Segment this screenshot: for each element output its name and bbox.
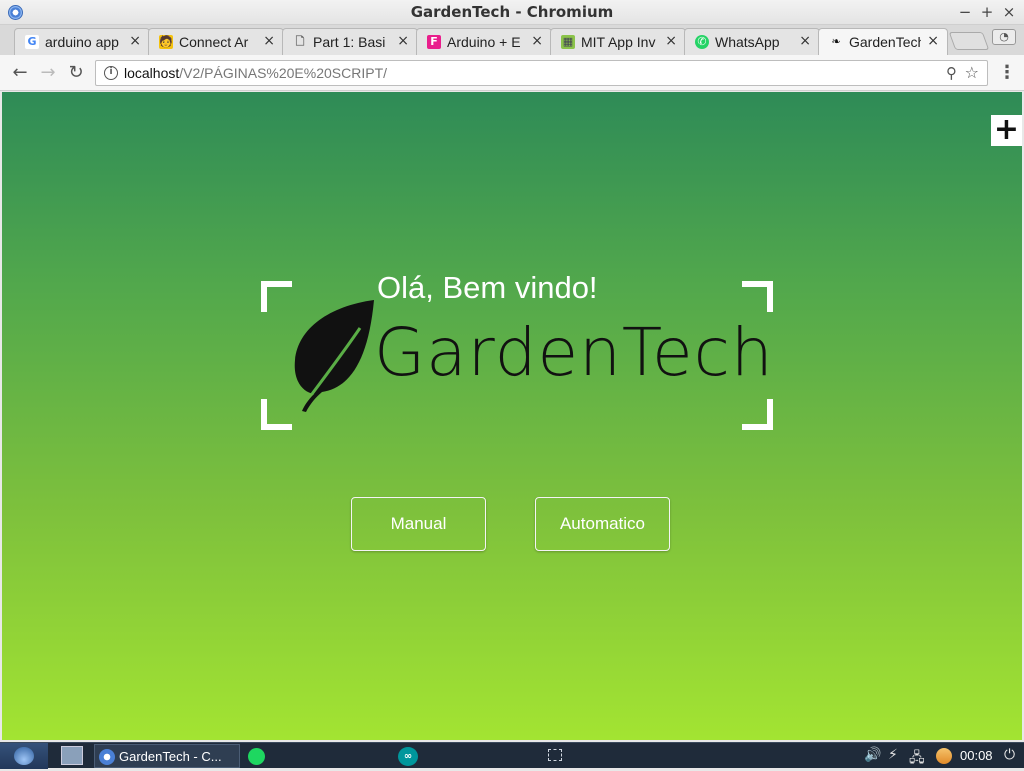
whatsapp-icon: ✆ xyxy=(695,35,709,49)
tab-close-icon[interactable]: × xyxy=(531,33,543,49)
chromium-icon xyxy=(99,749,115,765)
volume-icon[interactable]: 🔊 xyxy=(864,747,881,763)
frame-corner-bottom-left xyxy=(261,399,292,430)
mit-app-inventor-icon: ▦ xyxy=(561,35,575,49)
welcome-heading: Olá, Bem vindo! xyxy=(377,270,598,305)
show-desktop-icon[interactable] xyxy=(61,746,83,765)
automatic-button[interactable]: Automatico xyxy=(535,497,670,551)
spotify-icon[interactable] xyxy=(248,748,265,765)
taskbar-item-chromium[interactable]: GardenTech - C... xyxy=(94,744,240,768)
clock[interactable]: 00:08 xyxy=(960,748,993,763)
tab-label: Arduino + E xyxy=(447,34,521,50)
window-title: GardenTech - Chromium xyxy=(410,3,614,21)
profile-icon[interactable]: ◔ xyxy=(992,29,1016,45)
zoom-icon[interactable]: ⚲ xyxy=(946,64,957,82)
instructables-icon: 🧑 xyxy=(159,35,173,49)
add-button[interactable]: + xyxy=(991,115,1022,146)
tab-close-icon[interactable]: × xyxy=(665,33,677,49)
document-icon: 🗋 xyxy=(295,35,305,48)
page-content: + Olá, Bem vindo! GardenTech Manual Auto… xyxy=(2,92,1022,740)
tab-arduino-plus[interactable]: F Arduino + E × xyxy=(416,28,552,55)
flaticon-icon: F xyxy=(427,35,441,49)
tab-close-icon[interactable]: × xyxy=(263,33,275,49)
browser-menu-icon[interactable]: ⋮ xyxy=(998,62,1016,84)
taskbar-item-label: GardenTech - C... xyxy=(119,749,222,764)
arduino-icon[interactable]: ∞ xyxy=(398,747,418,766)
new-tab-button[interactable] xyxy=(948,32,990,50)
shutdown-icon[interactable]: ⏻ xyxy=(1004,747,1015,763)
taskbar: GardenTech - C... ∞ 🔊 ⚡ 🖧 00:08 ⏻ xyxy=(0,742,1024,771)
site-info-icon[interactable]: i xyxy=(104,66,118,80)
tab-label: WhatsApp xyxy=(715,34,780,50)
bookmark-star-icon[interactable]: ☆ xyxy=(965,63,979,82)
url-text[interactable]: localhost/V2/PÁGINAS%20E%20SCRIPT/ xyxy=(124,65,387,81)
window-titlebar: GardenTech - Chromium − + × xyxy=(0,0,1024,25)
reload-button[interactable]: ↻ xyxy=(65,62,87,84)
leaf-icon: ❧ xyxy=(831,35,841,48)
frame-corner-top-right xyxy=(742,281,773,312)
url-path: /V2/PÁGINAS%20E%20SCRIPT/ xyxy=(179,65,388,81)
address-bar[interactable]: i localhost/V2/PÁGINAS%20E%20SCRIPT/ ⚲ ☆ xyxy=(95,60,988,86)
url-host: localhost xyxy=(124,65,180,81)
maximize-button[interactable]: + xyxy=(978,3,996,21)
tab-label: arduino app xyxy=(45,34,119,50)
tab-close-icon[interactable]: × xyxy=(129,33,141,49)
tab-whatsapp[interactable]: ✆ WhatsApp × xyxy=(684,28,820,55)
tab-label: Part 1: Basi xyxy=(313,34,386,50)
start-logo-icon xyxy=(14,747,34,765)
leaf-logo-icon xyxy=(294,300,374,412)
tab-label: MIT App Inv xyxy=(581,34,656,50)
close-button[interactable]: × xyxy=(1000,3,1018,21)
tab-label: Connect Ar xyxy=(179,34,249,50)
google-icon: G xyxy=(25,35,39,49)
network-icon[interactable]: 🖧 xyxy=(909,747,925,771)
tab-label: GardenTech xyxy=(849,34,921,50)
tab-arduino-app[interactable]: G arduino app × xyxy=(14,28,150,55)
frame-corner-bottom-right xyxy=(742,399,773,430)
tab-close-icon[interactable]: × xyxy=(799,33,811,49)
tab-connect-arduino[interactable]: 🧑 Connect Ar × xyxy=(148,28,284,55)
frame-corner-top-left xyxy=(261,281,292,312)
manual-button[interactable]: Manual xyxy=(351,497,486,551)
brand-logo-text: GardenTech xyxy=(374,314,774,391)
tab-strip: G arduino app × 🧑 Connect Ar × 🗋 Part 1:… xyxy=(0,25,1024,56)
tab-gardentech[interactable]: ❧ GardenTech × xyxy=(818,28,948,56)
forward-button[interactable]: → xyxy=(37,62,59,84)
tab-part1-basics[interactable]: 🗋 Part 1: Basi × xyxy=(282,28,418,55)
weather-icon[interactable] xyxy=(936,748,952,764)
screenshot-icon[interactable] xyxy=(548,749,562,761)
battery-power-icon[interactable]: ⚡ xyxy=(888,747,898,763)
back-button[interactable]: ← xyxy=(9,62,31,84)
minimize-button[interactable]: − xyxy=(956,3,974,21)
browser-toolbar: ← → ↻ i localhost/V2/PÁGINAS%20E%20SCRIP… xyxy=(0,55,1024,91)
tab-close-icon[interactable]: × xyxy=(397,33,409,49)
tab-close-icon[interactable]: × xyxy=(927,33,939,49)
start-menu-button[interactable] xyxy=(0,743,48,769)
tab-mit-app-inventor[interactable]: ▦ MIT App Inv × xyxy=(550,28,686,55)
